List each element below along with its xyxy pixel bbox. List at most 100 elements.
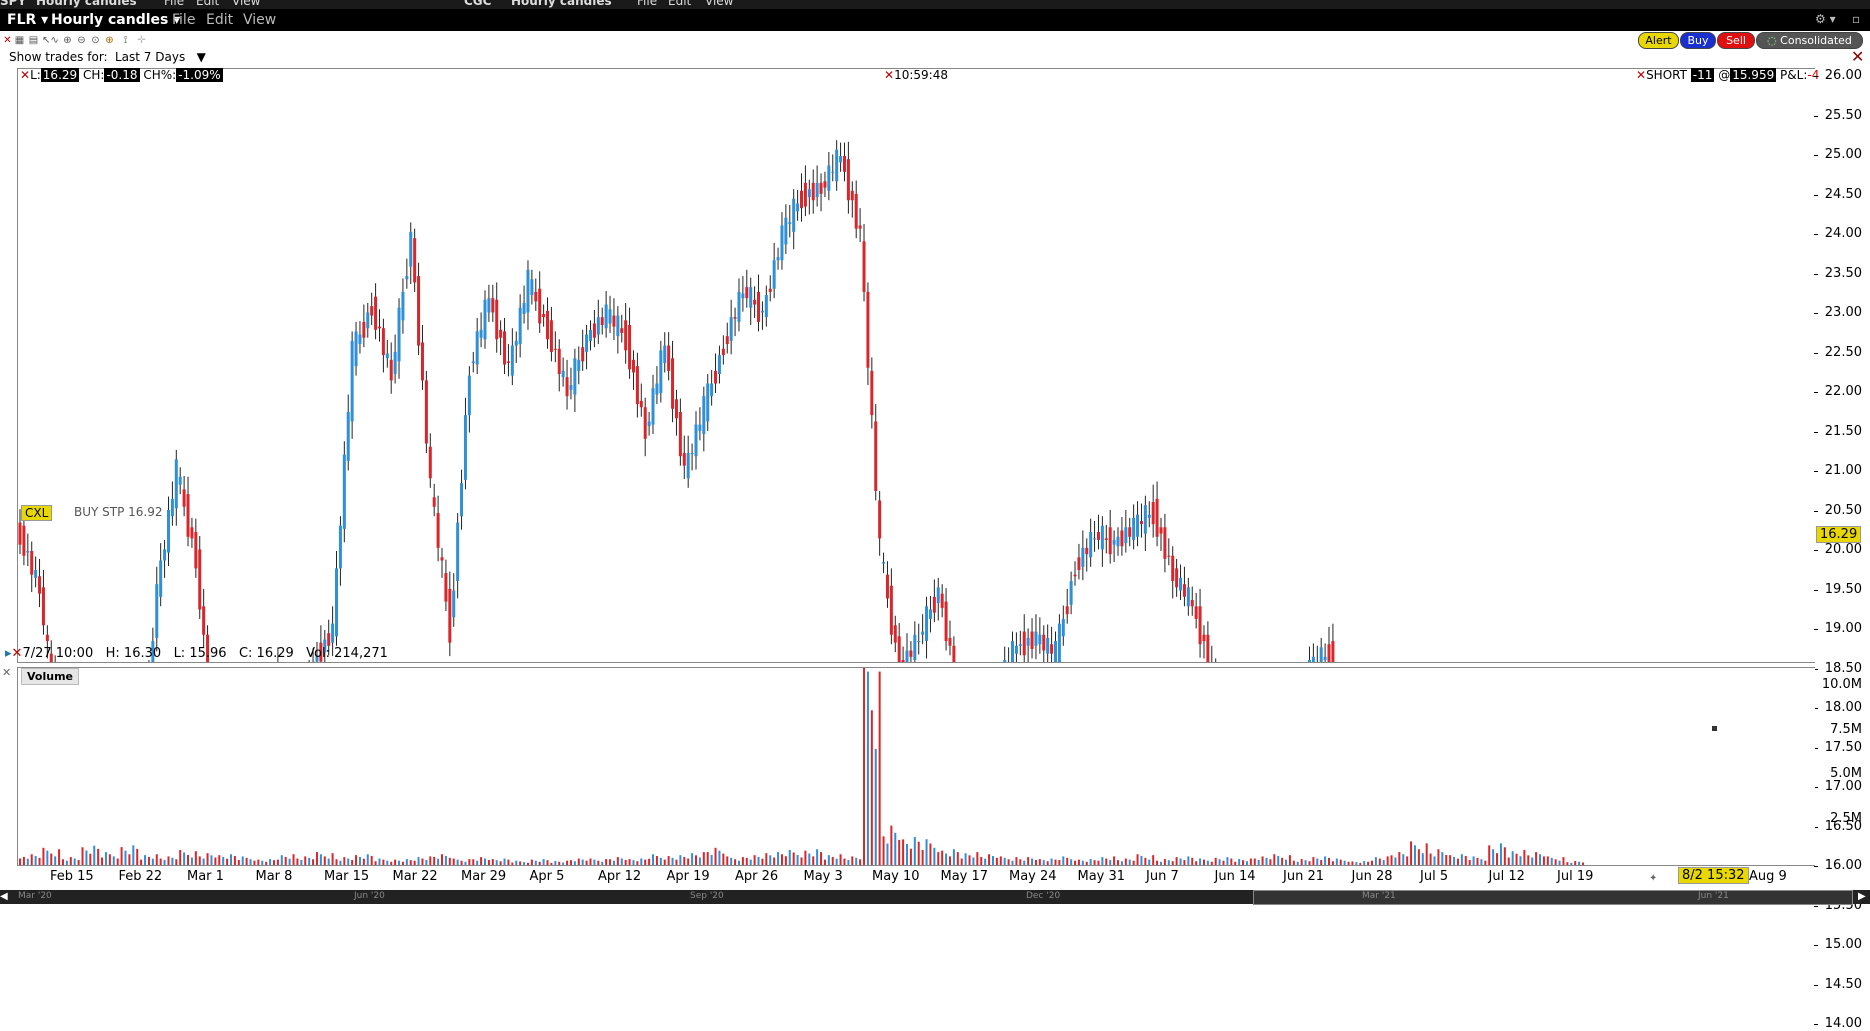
volume-bar	[875, 749, 877, 865]
bar-chart-icon[interactable]: ▦	[14, 35, 25, 46]
order-line-label[interactable]: BUY STP 16.92	[74, 505, 163, 519]
draw-icon[interactable]: ↖∿	[42, 35, 58, 46]
tab-cgc-view-menu[interactable]: View	[705, 0, 733, 8]
price-tick-label: 24.00	[1825, 226, 1862, 241]
tab-spy-title[interactable]: Hourly candles	[36, 0, 137, 8]
overview-scroller[interactable]: ◀ ▶ Mar '20Jun '20Sep '20Dec '20Mar '21J…	[0, 890, 1870, 904]
time-axis[interactable]: Feb 15Feb 22Mar 1Mar 8Mar 15Mar 22Mar 29…	[0, 864, 1814, 890]
candle	[382, 319, 385, 373]
candle	[839, 143, 842, 172]
tab-spy-file-menu[interactable]: File	[164, 0, 184, 8]
consolidated-button[interactable]: ◌ Consolidated	[1756, 32, 1863, 49]
volume-axis[interactable]: 10.0M7.5M5.0M2.5M	[1814, 667, 1870, 864]
tab-spy-view-menu[interactable]: View	[232, 0, 260, 8]
candle	[183, 476, 186, 516]
candle	[929, 596, 932, 632]
candle	[894, 616, 897, 652]
tab-cgc[interactable]: CGC	[464, 0, 491, 8]
pin-icon[interactable]: ⟟	[120, 35, 131, 46]
candle	[655, 366, 658, 404]
grid-icon[interactable]: ▤	[28, 35, 39, 46]
settings-gear-icon[interactable]: ⚙ ▾	[1815, 12, 1836, 26]
overview-window-handle[interactable]	[1253, 890, 1853, 905]
close-volume-icon[interactable]: ✕	[2, 666, 11, 679]
price-tick	[1814, 313, 1818, 314]
tab-cgc-file-menu[interactable]: File	[637, 0, 657, 8]
candle	[726, 323, 729, 354]
price-axis[interactable]: 26.0025.5025.0024.5024.0023.5023.0022.50…	[1814, 68, 1870, 663]
candle	[538, 271, 541, 333]
symbol-selector[interactable]: FLR ▾	[7, 12, 48, 28]
change-percent-value: -1.09%	[176, 68, 222, 82]
sell-button[interactable]: Sell	[1717, 32, 1755, 49]
candle	[421, 325, 424, 390]
candle	[812, 169, 815, 213]
close-time-icon[interactable]: ✕	[884, 68, 894, 82]
candle	[636, 353, 639, 418]
zoom-out-icon[interactable]: ⊖	[76, 35, 87, 46]
price-tick	[1814, 353, 1818, 354]
overview-tick-label: Mar '20	[18, 891, 52, 901]
close-position-icon[interactable]: ✕	[1636, 68, 1646, 82]
tab-cgc-edit-menu[interactable]: Edit	[668, 0, 691, 8]
candle	[702, 387, 705, 452]
candle	[1066, 589, 1069, 624]
tab-cgc-title[interactable]: Hourly candles	[511, 0, 612, 8]
edit-menu[interactable]: Edit	[206, 12, 233, 28]
cancel-order-button[interactable]: CXL	[21, 505, 52, 521]
view-menu[interactable]: View	[243, 12, 276, 28]
position-qty: -11	[1691, 68, 1715, 82]
price-tick	[1814, 590, 1818, 591]
candle	[1031, 618, 1034, 658]
candle	[1187, 578, 1190, 616]
zoom-in-icon[interactable]: ⊕	[62, 35, 73, 46]
volume-chart[interactable]	[18, 668, 1815, 865]
price-chart-panel[interactable]	[17, 68, 1815, 663]
tab-spy-edit-menu[interactable]: Edit	[196, 0, 219, 8]
time-tick-label: Mar 8	[256, 869, 293, 884]
scroll-right-end-icon[interactable]: ▶	[1858, 891, 1866, 902]
close-bar-info-icon[interactable]: ✕	[12, 646, 23, 661]
close-chart-icon[interactable]: ✕	[1851, 47, 1864, 66]
volume-bar	[918, 842, 920, 865]
candle	[1159, 518, 1162, 551]
price-tick	[1814, 945, 1818, 946]
buy-button[interactable]: Buy	[1680, 32, 1716, 49]
time-tick-label: Mar 29	[461, 869, 506, 884]
file-menu[interactable]: File	[172, 12, 195, 28]
candle	[378, 309, 381, 341]
candle	[1015, 632, 1018, 662]
volume-bar	[816, 849, 818, 865]
candle	[663, 332, 666, 372]
candle	[855, 180, 858, 238]
crosshair-target-icon[interactable]: ⊕	[104, 35, 115, 46]
trades-filter-select[interactable]: Last 7 Days ▼	[115, 50, 206, 64]
price-chart[interactable]	[18, 69, 1815, 662]
candle	[921, 614, 924, 644]
volume-bar	[879, 672, 881, 865]
scroll-right-icon[interactable]: ✦	[1649, 873, 1657, 884]
candle	[526, 260, 529, 330]
volume-bar	[929, 844, 931, 865]
scroll-left-icon[interactable]: ◀	[0, 891, 8, 902]
close-quote-icon[interactable]: ✕	[20, 68, 30, 82]
price-tick	[1814, 629, 1818, 630]
tab-spy[interactable]: SPY	[0, 0, 26, 8]
close-icon[interactable]: ✕	[2, 35, 13, 46]
candle	[831, 154, 834, 181]
crosshair-icon[interactable]: ✛	[136, 35, 147, 46]
candle	[386, 340, 389, 368]
time-tick-label: Jun 28	[1352, 869, 1393, 884]
candle	[542, 305, 545, 327]
reset-zoom-icon[interactable]: ⊙	[90, 35, 101, 46]
volume-bar	[121, 847, 123, 865]
window-lock-icon[interactable]: ▫	[1852, 12, 1860, 26]
chart-type-selector[interactable]: Hourly candles ▾	[51, 12, 180, 28]
candle	[644, 398, 647, 456]
next-date-label: Aug 9	[1749, 869, 1787, 884]
alert-button[interactable]: Alert	[1638, 32, 1679, 49]
candle	[30, 542, 33, 593]
volume-panel[interactable]	[17, 667, 1815, 866]
volume-bar	[886, 844, 888, 865]
candle	[1331, 624, 1334, 662]
